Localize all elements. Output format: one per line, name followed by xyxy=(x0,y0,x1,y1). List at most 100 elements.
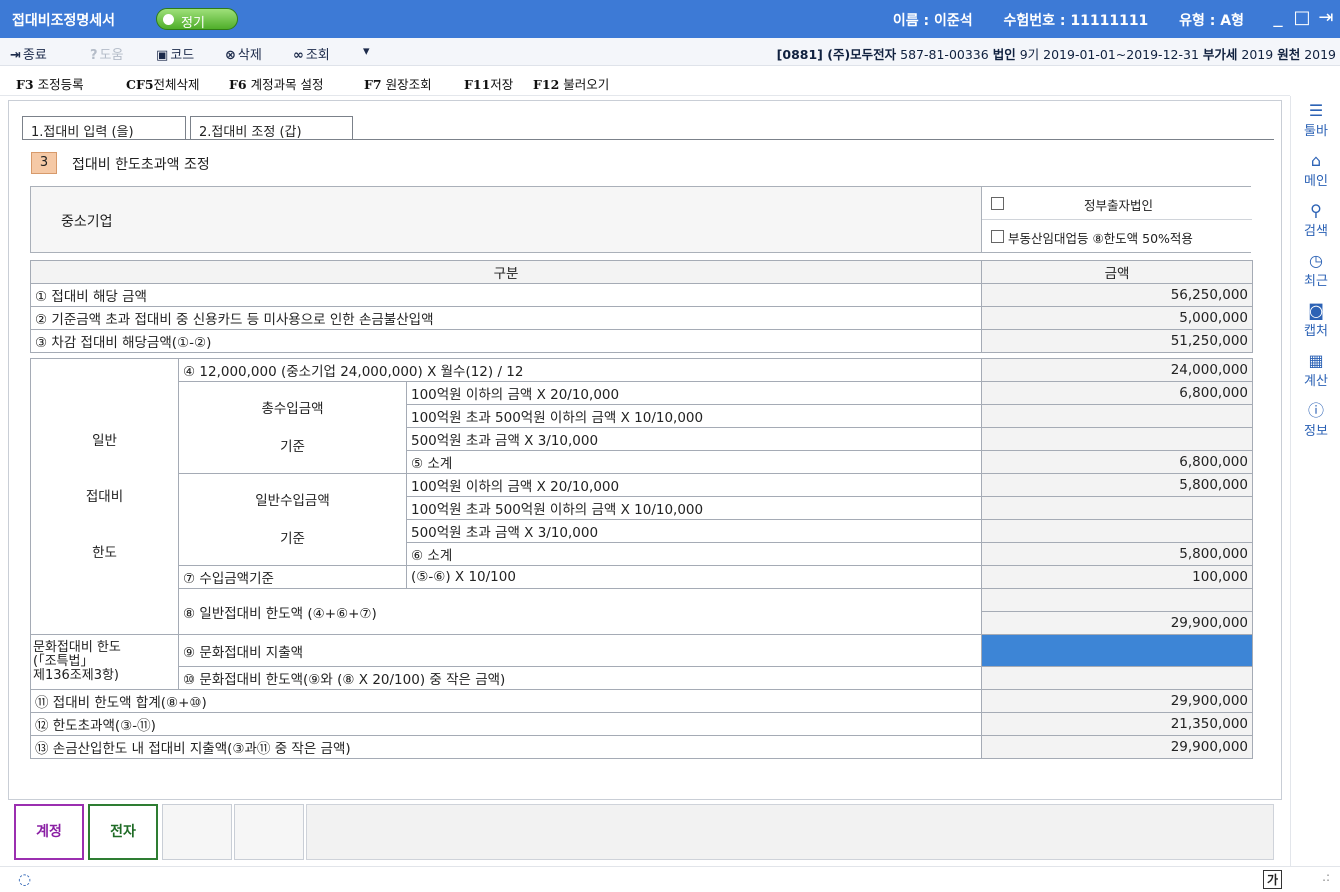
sidebar-label-capture: 캡처 xyxy=(1304,324,1328,339)
row11-label: ⑪ 접대비 한도액 합계(⑧+⑩) xyxy=(30,689,982,713)
sidebar-item-toolbar[interactable]: ☰ 툴바 xyxy=(1291,102,1340,140)
info-icon: ⓘ xyxy=(1307,401,1324,420)
sidebar-item-info[interactable]: ⓘ 정보 xyxy=(1291,401,1340,440)
mode-toggle[interactable]: 정기 xyxy=(156,8,238,31)
maximize-button[interactable]: □ xyxy=(1292,8,1312,28)
header-category: 구분 xyxy=(30,260,982,284)
general-label-1: 일반 xyxy=(92,432,117,449)
more-menu-button[interactable]: ▾ xyxy=(363,44,370,59)
culture-label-2: (「조특법」 xyxy=(33,654,94,669)
row13-amount[interactable]: 29,900,000 xyxy=(981,735,1253,759)
t-tier2-label: 100억원 초과 500억원 이하의 금액 X 10/10,000 xyxy=(406,404,982,428)
general-revenue-basis: 일반수입금액 기준 xyxy=(178,473,407,566)
lookup-button[interactable]: ∞ 조회 xyxy=(293,44,330,63)
corp-label: 법인 xyxy=(992,47,1016,62)
code-icon: ▣ xyxy=(156,48,169,63)
minimize-button[interactable]: _ xyxy=(1268,8,1288,28)
resize-grip-icon[interactable]: .: xyxy=(1322,870,1330,884)
sidebar-item-capture[interactable]: ◙ 캡처 xyxy=(1291,301,1340,340)
total-revenue-basis-label: 기준 xyxy=(280,438,305,455)
g-tier2-amount[interactable] xyxy=(981,496,1253,520)
chat-icon[interactable]: ◌ xyxy=(18,870,31,888)
row5-amount[interactable]: 6,800,000 xyxy=(981,450,1253,474)
row1-amount[interactable]: 56,250,000 xyxy=(981,283,1253,307)
row7-amount[interactable]: 100,000 xyxy=(981,565,1253,589)
camera-icon: ◙ xyxy=(1308,301,1324,320)
empty-button-2[interactable] xyxy=(234,804,304,860)
company-name: [0881] (주)모두전자 xyxy=(776,47,897,62)
real-estate-checkbox[interactable] xyxy=(991,230,1004,243)
fkey-f11-label: 저장 xyxy=(490,77,514,92)
row9-amount-input[interactable] xyxy=(981,634,1253,667)
row4-amount[interactable]: 24,000,000 xyxy=(981,358,1253,382)
row8-amount[interactable]: 29,900,000 xyxy=(981,611,1253,635)
row10-amount[interactable] xyxy=(981,666,1253,690)
help-button[interactable]: ? 도움 xyxy=(90,44,123,63)
t-tier2-amount[interactable] xyxy=(981,404,1253,428)
company-type-label: 중소기업 xyxy=(61,214,113,230)
row2-amount[interactable]: 5,000,000 xyxy=(981,306,1253,330)
sidebar-item-search[interactable]: ⚲ 검색 xyxy=(1291,201,1340,240)
gov-invested-label: 정부출자법인 xyxy=(1084,198,1154,213)
table-row: ⑦ 수입금액기준 (⑤-⑥) X 10/100 100,000 xyxy=(31,565,1253,589)
row12-label: ⑫ 한도초과액(③-⑪) xyxy=(30,712,982,736)
close-button[interactable]: ⇥ 종료 xyxy=(10,44,47,63)
tab-divider xyxy=(22,139,1274,140)
row11-amount[interactable]: 29,900,000 xyxy=(981,689,1253,713)
bottom-message-area xyxy=(306,804,1274,860)
delete-button[interactable]: ⊗ 삭제 xyxy=(225,44,262,63)
table-row: 총수입금액 기준 100억원 이하의 금액 X 20/10,000 6,800,… xyxy=(31,381,1253,474)
g-tier1-amount[interactable]: 5,800,000 xyxy=(981,473,1253,497)
general-limit-label: 일반 접대비 한도 xyxy=(30,358,179,635)
fkey-cf5[interactable]: CF5전체삭제 xyxy=(126,74,200,93)
ime-indicator[interactable]: 가 xyxy=(1262,870,1282,889)
row12-amount[interactable]: 21,350,000 xyxy=(981,712,1253,736)
clock-icon: ◷ xyxy=(1309,251,1323,270)
row3-amount[interactable]: 51,250,000 xyxy=(981,329,1253,353)
section-number: 3 xyxy=(31,152,57,174)
t-tier1-amount[interactable]: 6,800,000 xyxy=(981,381,1253,405)
fkey-f7[interactable]: F7 원장조회 xyxy=(364,74,432,93)
t-tier3-amount[interactable] xyxy=(981,427,1253,451)
fkey-f3[interactable]: F3 조정등록 xyxy=(16,74,84,93)
exit-button[interactable]: ⇥ xyxy=(1316,8,1336,28)
section-title: 접대비 한도초과액 조정 xyxy=(72,157,210,173)
general-revenue-basis-label: 기준 xyxy=(280,530,305,547)
row13-label: ⑬ 손금산입한도 내 접대비 지출액(③과⑪ 중 작은 금액) xyxy=(30,735,982,759)
g-tier3-amount[interactable] xyxy=(981,519,1253,543)
tab-entertainment-adjust[interactable]: 2.접대비 조정 (갑) xyxy=(190,116,353,140)
exam-info: 이름 : 이준석 수험번호 : 11111111 유형 : A형 xyxy=(867,10,1244,30)
company-type-options: 정부출자법인 부동산임대업등 ⑧한도액 50%적용 xyxy=(981,187,1252,252)
help-icon: ? xyxy=(90,48,98,63)
row8-label: ⑧ 일반접대비 한도액 (④+⑥+⑦) xyxy=(178,588,982,635)
t-tier3-label: 500억원 초과 금액 X 3/10,000 xyxy=(406,427,982,451)
sidebar-item-calculator[interactable]: ▦ 계산 xyxy=(1291,351,1340,390)
search-icon: ⚲ xyxy=(1310,201,1322,220)
sidebar-label-search: 검색 xyxy=(1304,224,1328,239)
calculator-icon: ▦ xyxy=(1308,351,1324,370)
fkey-f6[interactable]: F6 계정과목 설정 xyxy=(229,74,324,93)
account-button[interactable]: 계정 xyxy=(14,804,84,860)
empty-button-1[interactable] xyxy=(162,804,232,860)
general-label-3: 한도 xyxy=(92,544,117,561)
sidebar-label-toolbar: 툴바 xyxy=(1304,124,1328,139)
fkey-f6-label: 계정과목 설정 xyxy=(250,77,324,92)
table-row: 일반수입금액 기준 100억원 이하의 금액 X 20/10,000 5,800… xyxy=(31,473,1253,566)
electronic-button[interactable]: 전자 xyxy=(88,804,158,860)
sidebar-item-recent[interactable]: ◷ 최근 xyxy=(1291,251,1340,290)
fkey-f11-key: F11 xyxy=(464,77,491,92)
gov-invested-checkbox[interactable] xyxy=(991,197,1004,210)
fkey-f11[interactable]: F11저장 xyxy=(464,74,513,93)
sidebar-label-calculator: 계산 xyxy=(1304,374,1328,389)
code-button[interactable]: ▣ 코드 xyxy=(156,44,194,63)
options-divider xyxy=(982,219,1252,220)
sidebar-item-main[interactable]: ⌂ 메인 xyxy=(1291,152,1340,190)
fkey-f12[interactable]: F12 불러오기 xyxy=(533,74,609,93)
tab-entertainment-input[interactable]: 1.접대비 입력 (을) xyxy=(22,116,186,140)
right-sidebar: ☰ 툴바 ⌂ 메인 ⚲ 검색 ◷ 최근 ◙ 캡처 ▦ 계산 ⓘ 정보 xyxy=(1290,96,1340,866)
row6-amount[interactable]: 5,800,000 xyxy=(981,542,1253,566)
toolbar: ⇥ 종료 ? 도움 ▣ 코드 ⊗ 삭제 ∞ 조회 ▾ [0881] (주)모두전자 587… xyxy=(0,38,1340,66)
corp-term: 9기 2019-01-01~2019-12-31 xyxy=(1019,47,1199,62)
header-amount: 금액 xyxy=(981,260,1253,284)
row8-amount-top[interactable] xyxy=(981,588,1253,612)
